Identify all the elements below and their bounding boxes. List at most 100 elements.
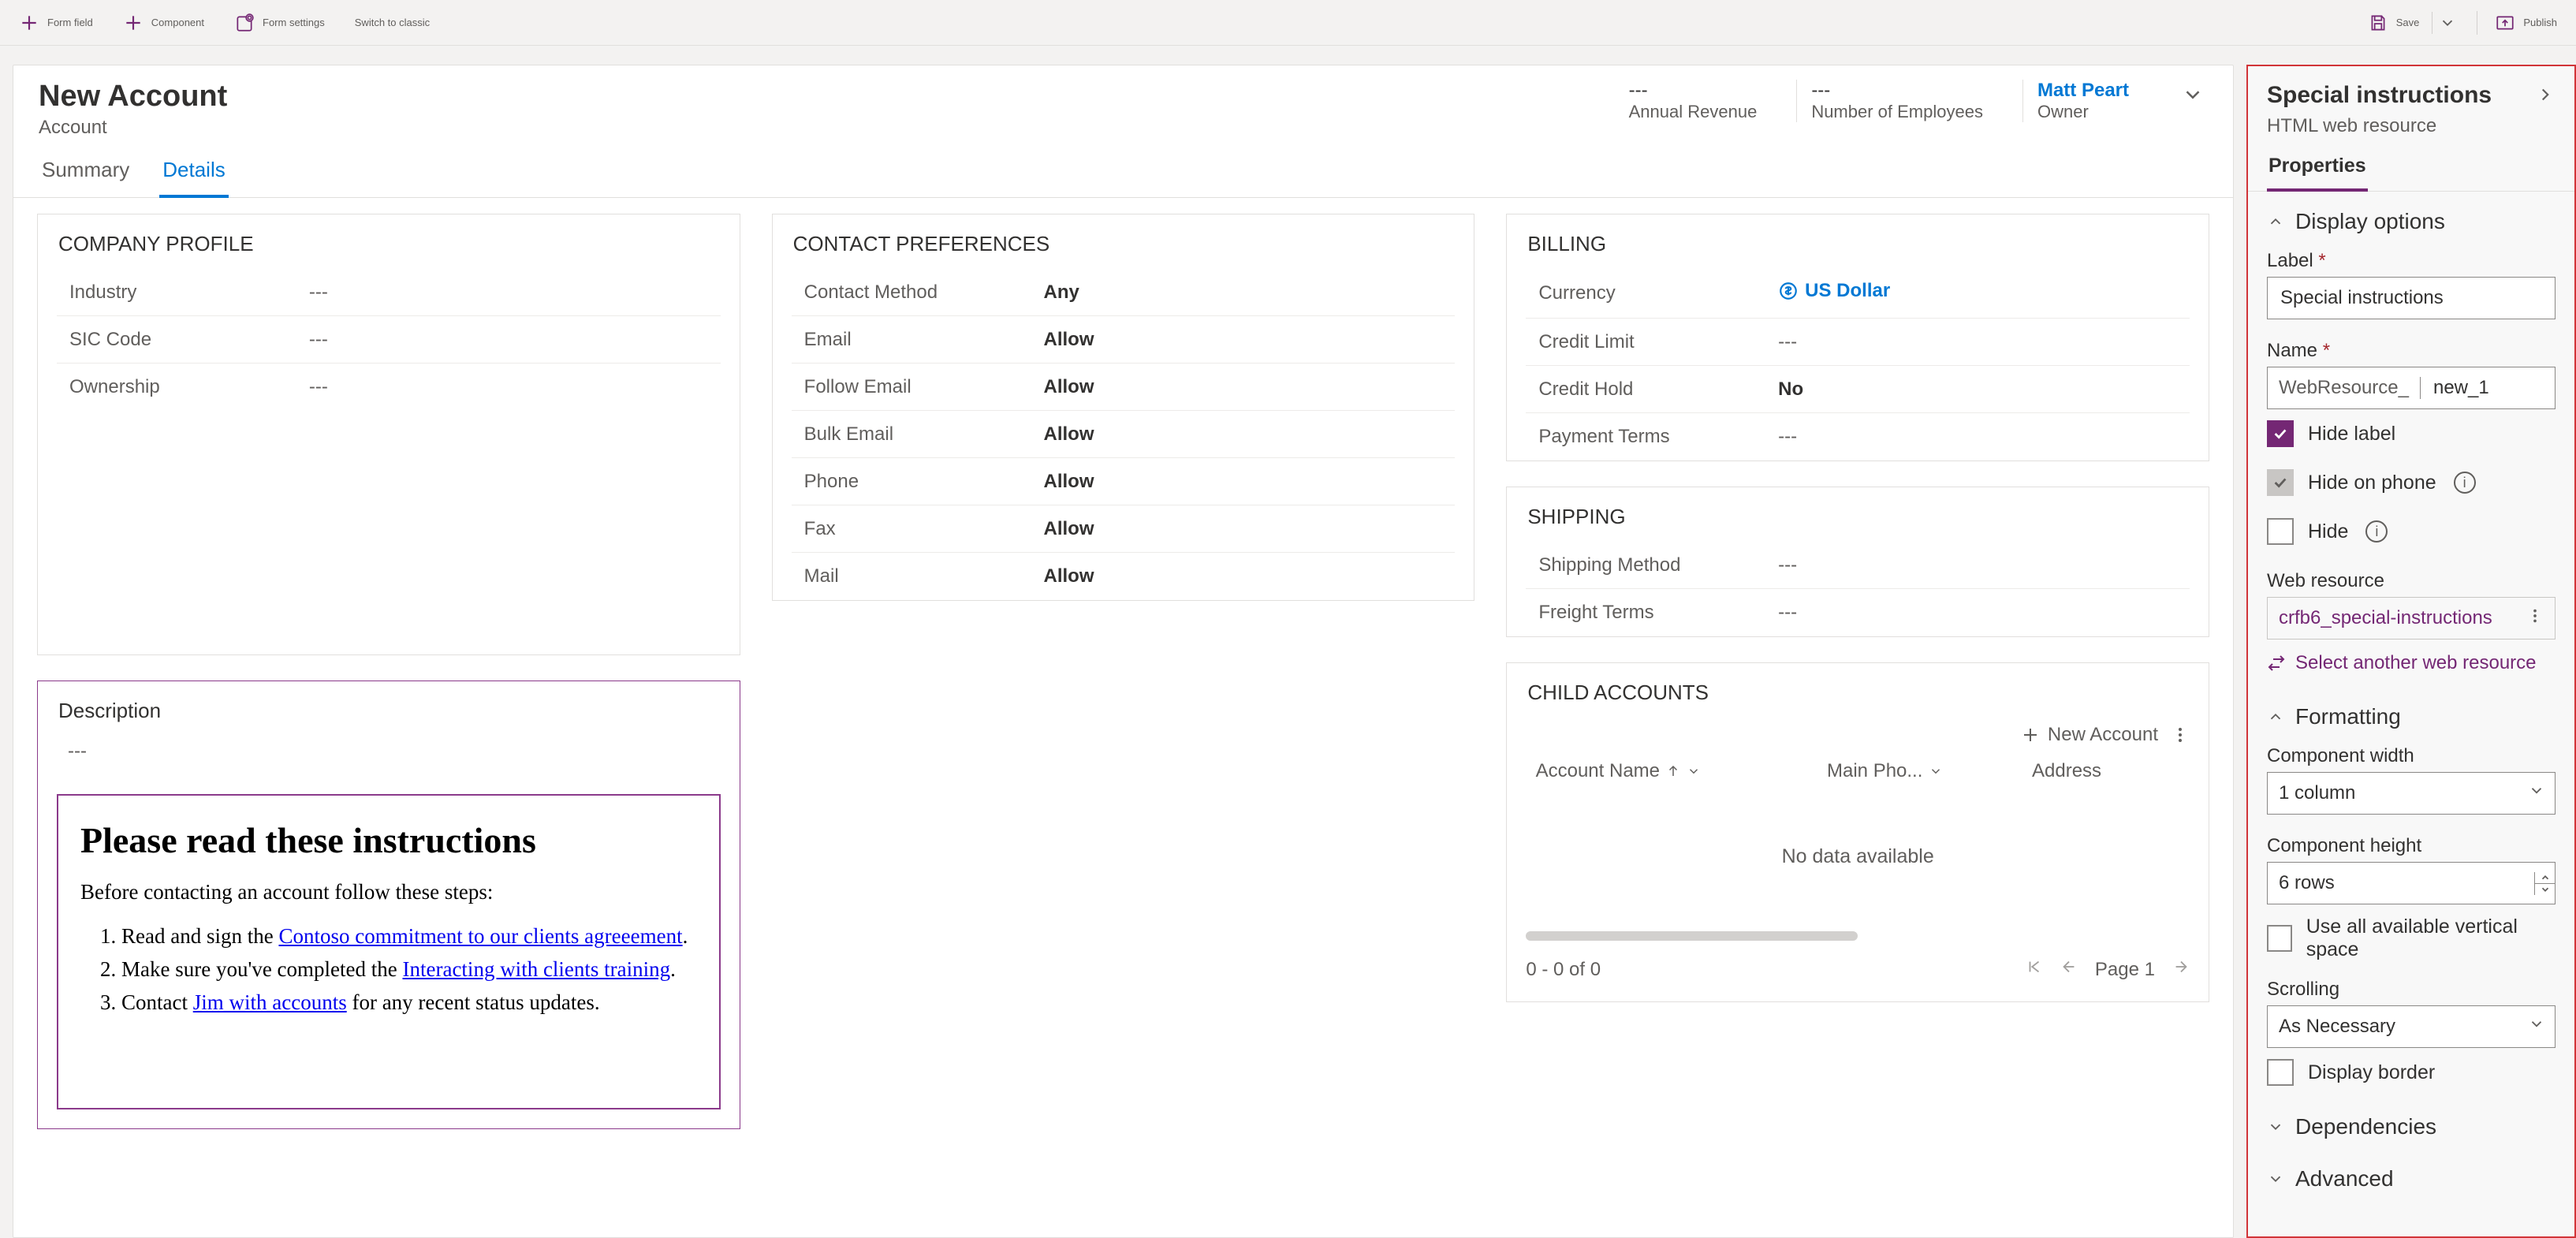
section-display-options[interactable]: Display options (2248, 192, 2574, 244)
field-payment-terms[interactable]: Payment Terms --- (1526, 413, 2190, 461)
form-field-button[interactable]: Form field (16, 8, 96, 38)
payment-terms-value: --- (1778, 426, 2190, 448)
save-button[interactable]: Save (2365, 8, 2423, 38)
name-input[interactable]: WebResource_ (2267, 367, 2555, 409)
more-commands-button[interactable] (2171, 725, 2190, 744)
tab-summary[interactable]: Summary (39, 150, 132, 198)
grid-pager: 0 - 0 of 0 Page 1 (1507, 949, 2209, 1001)
use-all-vertical-checkbox[interactable] (2267, 925, 2292, 952)
email-value: Allow (1043, 329, 1455, 351)
webres-step-1: Read and sign the Contoso commitment to … (121, 920, 697, 953)
label-input[interactable] (2267, 277, 2555, 319)
width-select[interactable]: 1 column (2267, 772, 2555, 815)
jim-accounts-link[interactable]: Jim with accounts (193, 990, 347, 1014)
switch-to-classic-button[interactable]: Switch to classic (352, 12, 433, 33)
web-resource-value-row[interactable]: crfb6_special-instructions (2267, 597, 2555, 640)
field-credit-hold[interactable]: Credit Hold No (1526, 366, 2190, 413)
email-label: Email (792, 329, 1044, 351)
field-contact-method[interactable]: Contact Method Any (792, 269, 1456, 316)
label-field-label: Label * (2248, 244, 2574, 277)
field-currency[interactable]: Currency US Dollar (1526, 269, 2190, 319)
billing-title: BILLING (1507, 214, 2209, 269)
contoso-commitment-link[interactable]: Contoso commitment to our clients agreee… (278, 924, 682, 948)
web-resource-more-icon[interactable] (2526, 607, 2544, 630)
freight-terms-value: --- (1778, 602, 2190, 624)
field-fax[interactable]: Fax Allow (792, 505, 1456, 553)
description-title: Description (38, 681, 740, 736)
scrolling-select[interactable]: As Necessary (2267, 1005, 2555, 1048)
web-resource-special-instructions[interactable]: Please read these instructions Before co… (57, 794, 721, 1109)
field-bulk-email[interactable]: Bulk Email Allow (792, 411, 1456, 458)
header-chevron-down[interactable] (2178, 80, 2208, 112)
section-contact-preferences[interactable]: CONTACT PREFERENCES Contact Method Any E… (772, 214, 1475, 601)
field-industry[interactable]: Industry --- (57, 269, 721, 316)
field-follow-email[interactable]: Follow Email Allow (792, 364, 1456, 411)
page-label: Page 1 (2095, 959, 2155, 981)
contact-prefs-title: CONTACT PREFERENCES (773, 214, 1474, 269)
display-border-checkbox[interactable] (2267, 1059, 2294, 1086)
select-another-web-resource-link[interactable]: Select another web resource (2248, 640, 2574, 687)
fax-label: Fax (792, 518, 1044, 540)
col-address[interactable]: Address (2032, 760, 2190, 782)
collapse-properties-icon[interactable] (2535, 84, 2555, 107)
field-phone[interactable]: Phone Allow (792, 458, 1456, 505)
form-settings-button[interactable]: Form settings (231, 8, 328, 38)
hide-on-phone-checkbox (2267, 469, 2294, 496)
formatting-label: Formatting (2295, 704, 2401, 729)
save-chevron-down[interactable] (2432, 12, 2462, 34)
component-button[interactable]: Component (120, 8, 207, 38)
header-stat-employees[interactable]: --- Number of Employees (1796, 80, 1997, 122)
height-value: 6 rows (2279, 872, 2335, 894)
section-billing[interactable]: BILLING Currency US Dollar Credit Limit … (1506, 214, 2209, 461)
field-mail[interactable]: Mail Allow (792, 553, 1456, 600)
spinner-up[interactable] (2535, 872, 2555, 883)
chevron-down-icon (1929, 764, 1943, 778)
section-description[interactable]: Description --- Please read these instru… (37, 681, 740, 1129)
spinner-down[interactable] (2535, 883, 2555, 895)
pager-first-icon[interactable] (2026, 958, 2043, 981)
section-shipping[interactable]: SHIPPING Shipping Method --- Freight Ter… (1506, 487, 2209, 637)
section-formatting[interactable]: Formatting (2248, 687, 2574, 739)
field-ownership[interactable]: Ownership --- (57, 364, 721, 411)
info-icon[interactable]: i (2454, 472, 2476, 494)
pager-prev-icon[interactable] (2060, 958, 2078, 981)
scrolling-label: Scrolling (2248, 972, 2574, 1005)
field-shipping-method[interactable]: Shipping Method --- (1526, 542, 2190, 589)
field-sic[interactable]: SIC Code --- (57, 316, 721, 364)
form-header: New Account Account --- Annual Revenue -… (13, 65, 2233, 150)
width-value: 1 column (2279, 782, 2355, 804)
mail-label: Mail (792, 565, 1044, 587)
header-stat-owner[interactable]: Matt Peart Owner (2022, 80, 2143, 122)
webres-intro: Before contacting an account follow thes… (80, 880, 697, 904)
col-main-phone[interactable]: Main Pho... (1827, 760, 2032, 782)
section-company-profile[interactable]: COMPANY PROFILE Industry --- SIC Code --… (37, 214, 740, 655)
label-input-inner[interactable] (2279, 286, 2544, 310)
info-icon[interactable]: i (2365, 520, 2388, 543)
entity-name: Account (39, 117, 227, 139)
training-link[interactable]: Interacting with clients training (403, 957, 671, 981)
field-email[interactable]: Email Allow (792, 316, 1456, 364)
currency-value: US Dollar (1805, 280, 1890, 302)
header-stat-revenue[interactable]: --- Annual Revenue (1615, 80, 1772, 122)
grid-horizontal-scrollbar[interactable] (1526, 931, 2190, 941)
publish-button[interactable]: Publish (2492, 8, 2560, 38)
section-child-accounts[interactable]: CHILD ACCOUNTS New Account Account Name (1506, 662, 2209, 1002)
name-input-inner[interactable] (2432, 376, 2544, 400)
col-account-name[interactable]: Account Name (1526, 760, 1827, 782)
col-address-label: Address (2032, 760, 2101, 782)
section-dependencies[interactable]: Dependencies (2248, 1097, 2574, 1149)
height-spinner[interactable]: 6 rows (2267, 862, 2555, 904)
hide-label-checkbox[interactable] (2267, 420, 2294, 447)
field-credit-limit[interactable]: Credit Limit --- (1526, 319, 2190, 366)
field-freight-terms[interactable]: Freight Terms --- (1526, 589, 2190, 636)
description-value: --- (38, 736, 740, 778)
section-advanced[interactable]: Advanced (2248, 1149, 2574, 1201)
credit-hold-value: No (1778, 378, 2190, 401)
properties-tab[interactable]: Properties (2267, 145, 2368, 192)
new-account-button[interactable]: New Account (2021, 724, 2158, 746)
hide-checkbox[interactable] (2267, 518, 2294, 545)
select-another-label: Select another web resource (2295, 652, 2537, 674)
pager-next-icon[interactable] (2172, 958, 2190, 981)
shipping-method-label: Shipping Method (1526, 554, 1778, 576)
tab-details[interactable]: Details (159, 150, 228, 198)
